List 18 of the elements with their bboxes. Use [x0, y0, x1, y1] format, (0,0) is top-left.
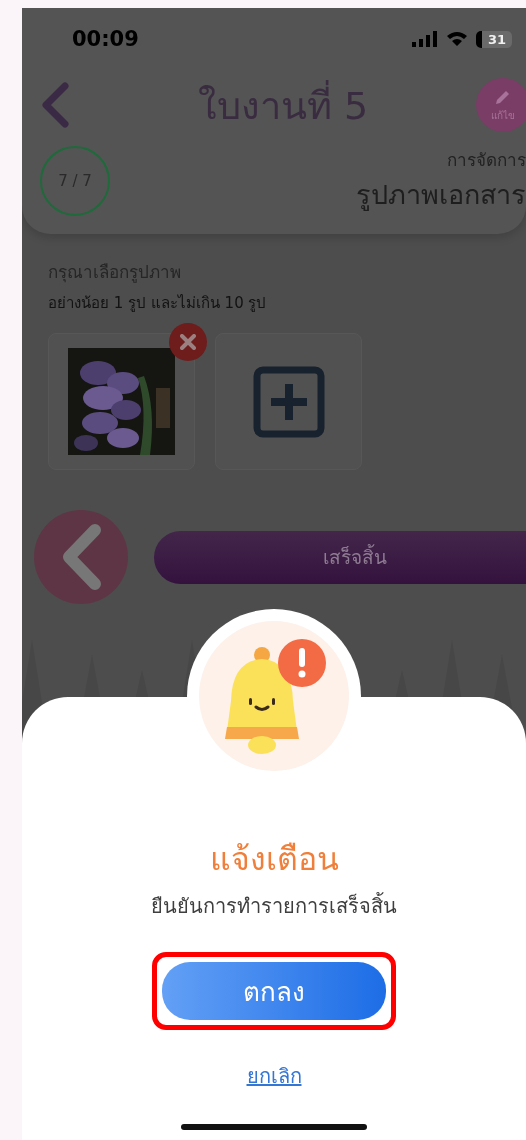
cancel-link[interactable]: ยกเลิก [246, 1060, 302, 1092]
dialog-message: ยืนยันการทำรายการเสร็จสิ้น [151, 891, 397, 920]
dialog-title: แจ้งเตือน [209, 839, 339, 880]
bell-icon [199, 621, 349, 771]
confirm-button[interactable]: ตกลง [162, 962, 386, 1020]
status-time: 00:09 [72, 27, 139, 51]
remove-button[interactable] [169, 323, 207, 361]
finish-button[interactable]: เสร็จสิ้น [154, 530, 526, 584]
close-icon [180, 334, 196, 350]
back-button[interactable] [40, 82, 70, 128]
signal-icon [411, 31, 438, 47]
battery-indicator: 31 [475, 30, 512, 48]
wifi-icon [445, 31, 468, 47]
plus-square-icon [252, 365, 325, 438]
add-image-button[interactable] [215, 333, 362, 470]
image-tile[interactable] [48, 333, 195, 470]
back-icon [40, 82, 70, 128]
section-hint: อย่างน้อย 1 รูป และไม่เกิน 10 รูป [48, 293, 268, 314]
